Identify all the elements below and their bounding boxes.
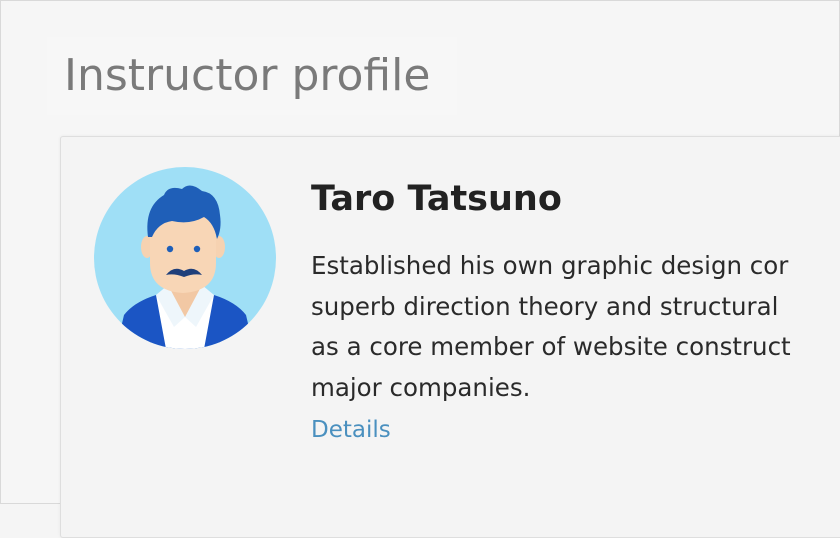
bio-line: Established his own graphic design cor bbox=[311, 251, 789, 280]
page-title: Instructor profile bbox=[64, 50, 431, 101]
avatar bbox=[94, 167, 276, 349]
bio-line: as a core member of website construct bbox=[311, 332, 791, 361]
bio-line: major companies. bbox=[311, 372, 531, 402]
bio-line: superb direction theory and structural bbox=[311, 291, 779, 321]
details-link[interactable]: Details bbox=[311, 413, 391, 447]
instructor-name: Taro Tatsuno bbox=[311, 179, 562, 219]
person-with-mustache-icon bbox=[94, 167, 276, 349]
instructor-bio: Established his own graphic design cor s… bbox=[311, 246, 840, 408]
